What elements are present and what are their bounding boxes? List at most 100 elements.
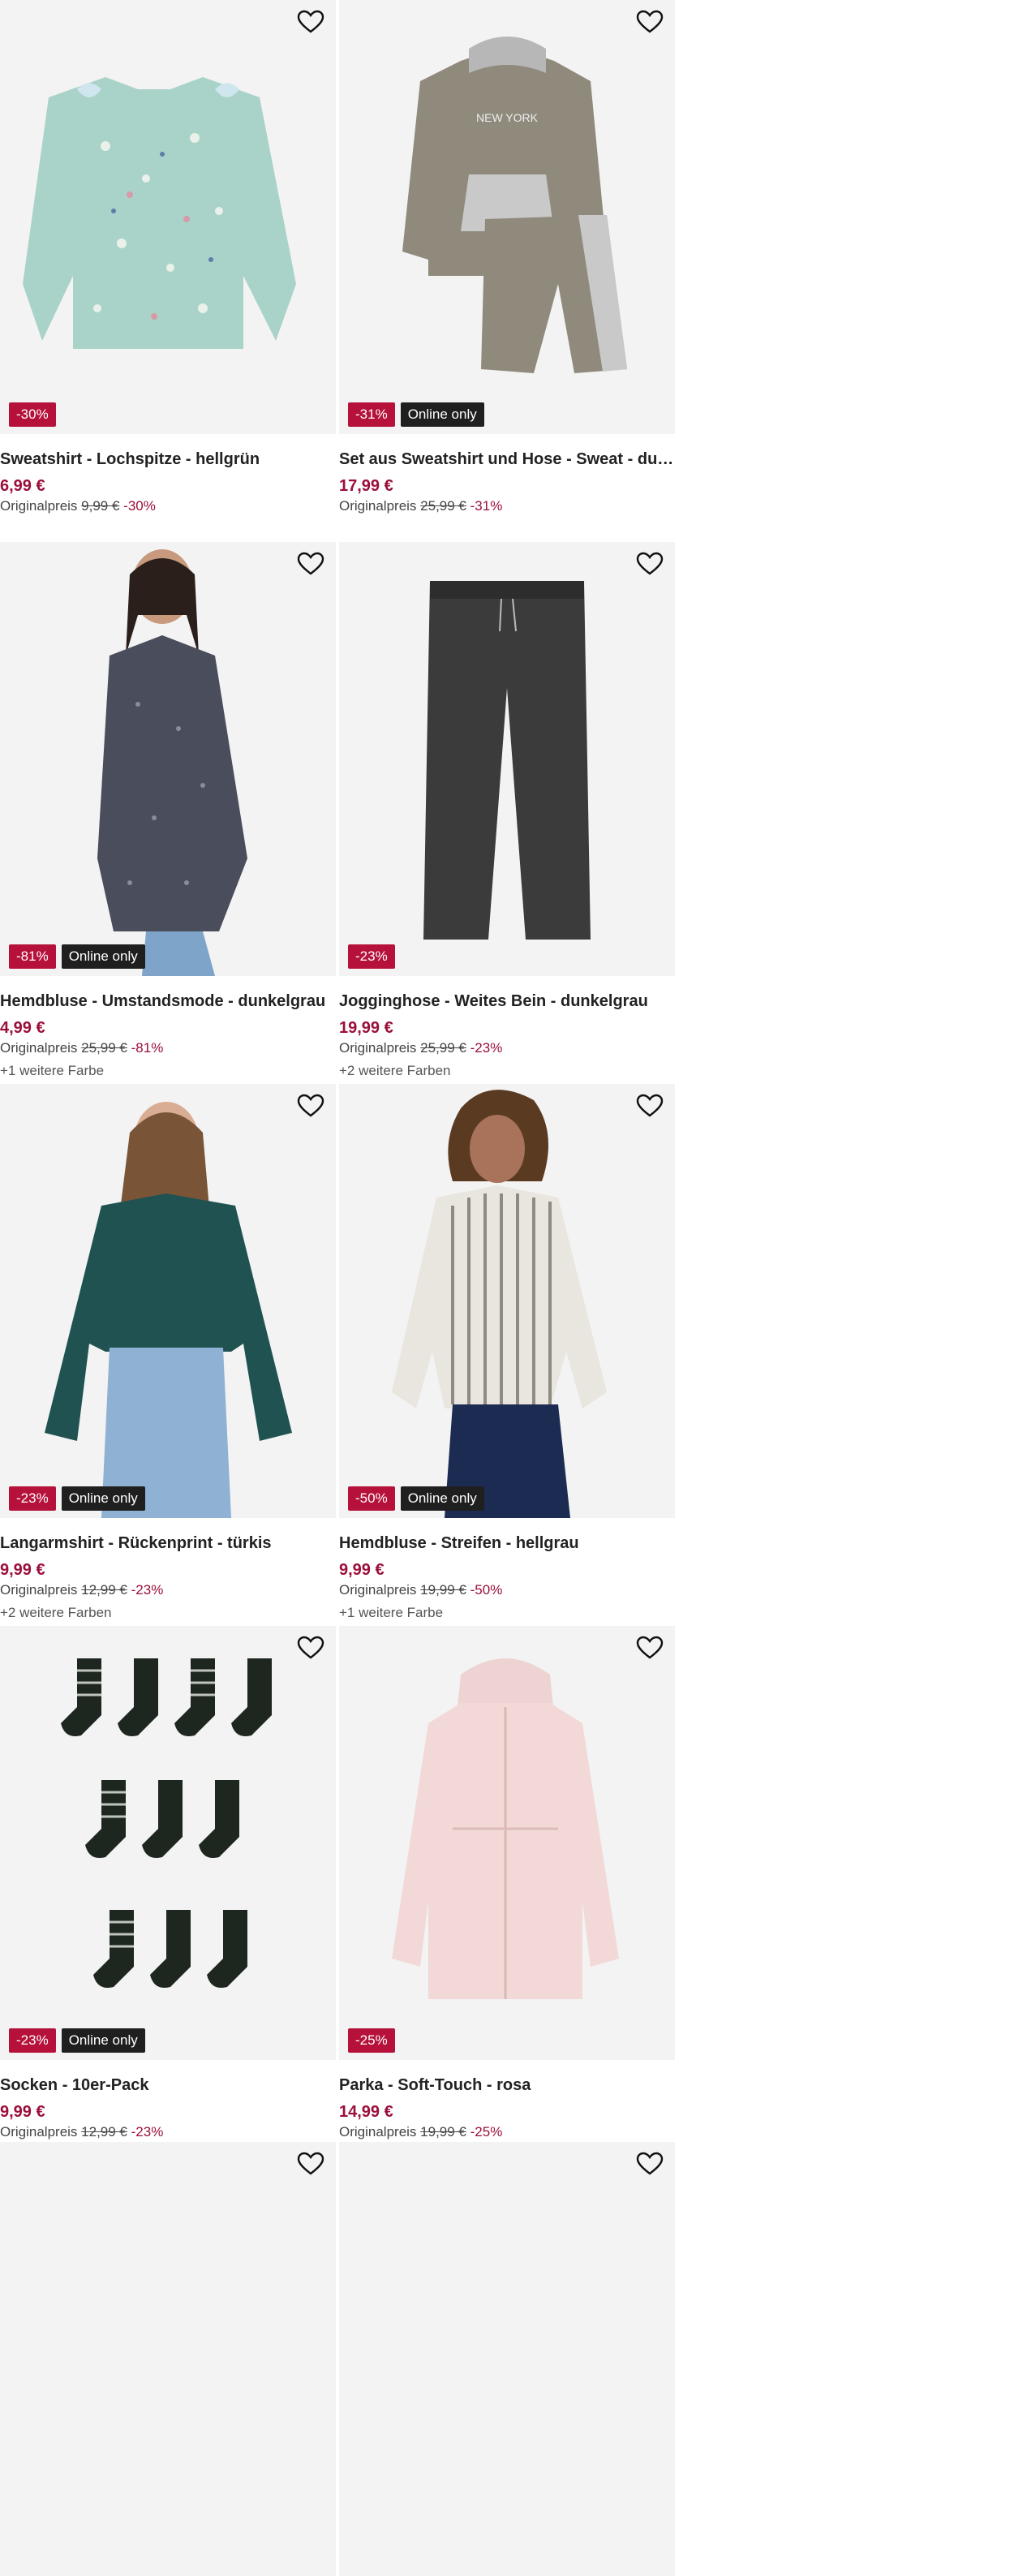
original-price-label: Originalpreis [0,1582,78,1598]
product-image[interactable] [339,2142,675,2576]
product-card[interactable] [0,2142,336,2576]
original-price: 19,99 € [420,1582,466,1598]
discount-percent: -23% [131,1582,164,1598]
discount-percent: -31% [470,498,503,514]
product-card[interactable]: -30% Sweatshirt - Lochspitze - hellgrün … [0,0,336,515]
product-price: 17,99 € [339,477,393,495]
product-card[interactable] [339,2142,675,2576]
heart-icon[interactable] [636,10,664,34]
jogging-pants-image [423,581,591,940]
original-price: 19,99 € [420,2124,466,2139]
product-price: 9,99 € [0,1561,45,1579]
socks-pack-image [61,1658,272,1988]
product-image[interactable]: NEW YORK -31% Online only [339,0,675,434]
heart-icon[interactable] [297,10,324,34]
product-card[interactable]: -23% Online only Socken - 10er-Pack 9,99… [0,1626,336,2141]
product-image[interactable]: -50% Online only [339,1084,675,1518]
product-price: 14,99 € [339,2103,393,2121]
badge-group: -30% [9,402,56,427]
discount-badge: -31% [348,402,395,427]
more-colors[interactable]: +2 weitere Farben [0,1604,336,1622]
sweatshirt-image [23,77,296,349]
heart-icon[interactable] [297,552,324,576]
heart-icon[interactable] [297,1094,324,1118]
product-card[interactable]: NEW YORK -31% Online only Set aus Sweats… [339,0,675,515]
original-price-label: Originalpreis [0,498,78,514]
original-price-line: Originalpreis 25,99 € -81% [0,1039,336,1057]
original-price-line: Originalpreis 9,99 € -30% [0,497,336,515]
product-title[interactable]: Socken - 10er-Pack [0,2075,336,2096]
discount-badge: -23% [9,2028,56,2053]
product-title[interactable]: Parka - Soft-Touch - rosa [339,2075,675,2096]
badge-group: -23% [348,944,395,969]
heart-icon[interactable] [636,1094,664,1118]
online-only-badge: Online only [400,402,484,427]
badge-group: -50% Online only [348,1486,484,1511]
original-price-line: Originalpreis 12,99 € -23% [0,1581,336,1599]
online-only-badge: Online only [400,1486,484,1511]
product-card[interactable]: -23% Online only Langarmshirt - Rückenpr… [0,1084,336,1622]
product-title[interactable]: Hemdbluse - Umstandsmode - dunkelgrau [0,991,336,1012]
product-price: 19,99 € [339,1019,393,1037]
product-image[interactable] [0,2142,336,2576]
product-title[interactable]: Sweatshirt - Lochspitze - hellgrün [0,449,336,470]
original-price: 25,99 € [81,1040,127,1056]
more-colors[interactable]: +1 weitere Farbe [339,1604,675,1622]
product-title[interactable]: Set aus Sweatshirt und Hose - Sweat - du… [339,449,675,470]
product-card[interactable]: -25% Parka - Soft-Touch - rosa 14,99 € O… [339,1626,675,2141]
discount-badge: -25% [348,2028,395,2053]
heart-icon[interactable] [636,1636,664,1660]
discount-percent: -81% [131,1040,164,1056]
discount-percent: -23% [470,1040,503,1056]
original-price: 12,99 € [81,2124,127,2139]
product-card[interactable]: -81% Online only Hemdbluse - Umstandsmod… [0,542,336,1080]
product-title[interactable]: Jogginghose - Weites Bein - dunkelgrau [339,991,675,1012]
original-price-line: Originalpreis 12,99 € -23% [0,2123,336,2141]
original-price-label: Originalpreis [339,2124,417,2139]
product-card[interactable]: -50% Online only Hemdbluse - Streifen - … [339,1084,675,1622]
product-image[interactable]: -23% [339,542,675,976]
longsleeve-model-image [45,1102,292,1518]
original-price-label: Originalpreis [339,498,417,514]
discount-percent: -30% [123,498,156,514]
more-colors[interactable]: +2 weitere Farben [339,1062,675,1080]
original-price: 25,99 € [420,498,466,514]
original-price-label: Originalpreis [0,1040,78,1056]
original-price: 25,99 € [420,1040,466,1056]
badge-group: -23% Online only [9,1486,145,1511]
original-price: 12,99 € [81,1582,127,1598]
online-only-badge: Online only [61,1486,145,1511]
product-image[interactable]: -25% [339,1626,675,2060]
product-image[interactable]: -81% Online only [0,542,336,976]
heart-icon[interactable] [636,552,664,576]
product-title[interactable]: Langarmshirt - Rückenprint - türkis [0,1533,336,1554]
product-image[interactable]: -30% [0,0,336,434]
original-price-label: Originalpreis [339,1582,417,1598]
badge-group: -23% Online only [9,2028,145,2053]
more-colors[interactable]: +1 weitere Farbe [0,1062,336,1080]
product-price: 9,99 € [0,2103,45,2121]
product-price: 9,99 € [339,1561,385,1579]
badge-group: -25% [348,2028,395,2053]
discount-percent: -50% [470,1582,503,1598]
heart-icon[interactable] [297,1636,324,1660]
original-price-line: Originalpreis 25,99 € -31% [339,497,675,515]
product-image[interactable]: -23% Online only [0,1626,336,2060]
heart-icon[interactable] [636,2152,664,2176]
online-only-badge: Online only [61,944,145,969]
original-price-line: Originalpreis 25,99 € -23% [339,1039,675,1057]
product-image[interactable]: -23% Online only [0,1084,336,1518]
discount-badge: -30% [9,402,56,427]
discount-badge: -23% [348,944,395,969]
product-price: 4,99 € [0,1019,45,1037]
striped-blouse-model-image [392,1090,607,1518]
badge-group: -31% Online only [348,402,484,427]
product-title[interactable]: Hemdbluse - Streifen - hellgrau [339,1533,675,1554]
heart-icon[interactable] [297,2152,324,2176]
blouse-model-image [97,549,247,976]
svg-text:NEW YORK: NEW YORK [476,111,539,124]
product-card[interactable]: -23% Jogginghose - Weites Bein - dunkelg… [339,542,675,1080]
original-price: 9,99 € [81,498,120,514]
discount-percent: -23% [131,2124,164,2139]
product-price: 6,99 € [0,477,45,495]
